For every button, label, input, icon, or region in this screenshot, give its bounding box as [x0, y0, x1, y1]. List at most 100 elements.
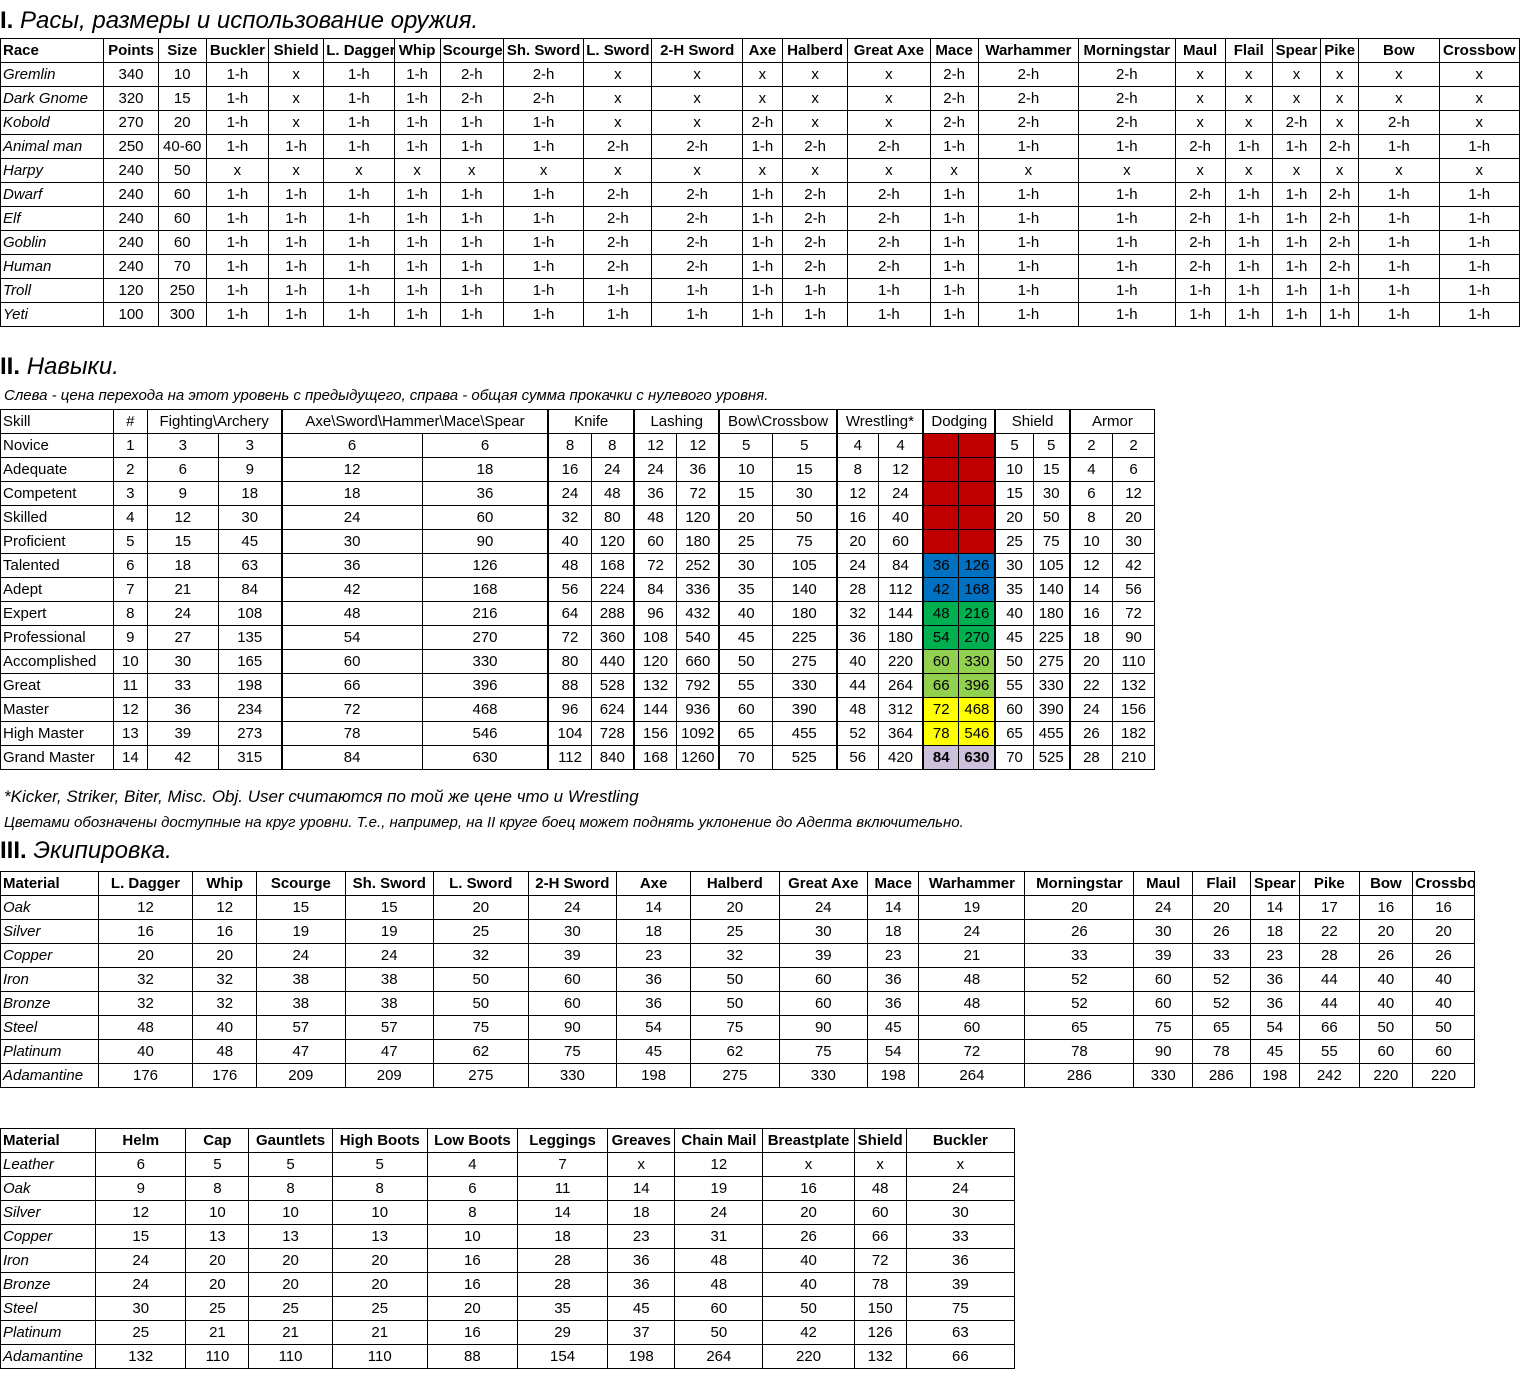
table-cell: 1-h [323, 278, 395, 303]
table-cell: 16 [835, 505, 879, 530]
table-cell: x [781, 110, 849, 135]
table-cell: x [741, 62, 783, 87]
table-cell: x [1358, 86, 1440, 111]
column-header: Mace [867, 871, 920, 896]
table-cell: 12 [95, 1200, 187, 1225]
column-header: Gauntlets [248, 1128, 333, 1153]
column-header: Bow [1358, 38, 1440, 63]
table-cell: 792 [676, 673, 720, 698]
table-cell: 32 [192, 967, 258, 992]
table-cell: 1-h [1078, 182, 1176, 207]
table-cell: 65 [1192, 1015, 1251, 1040]
table-cell: 60 [1133, 991, 1194, 1016]
table-cell: 1-h [393, 278, 441, 303]
table-cell: 108 [632, 625, 678, 650]
table-cell: 1-h [741, 278, 783, 303]
table-cell: 62 [433, 1039, 529, 1064]
table-cell: 1-h [205, 206, 270, 231]
table-cell: 48 [674, 1272, 764, 1297]
table-cell: 18 [217, 481, 283, 506]
table-cell: 1-h [439, 254, 504, 279]
table-cell: 12 [632, 433, 678, 458]
table-cell: 26 [1358, 943, 1414, 968]
table-cell: 72 [918, 1039, 1026, 1064]
table-cell: x [1224, 86, 1273, 111]
table-cell: 23 [1249, 943, 1301, 968]
table-cell: 13 [113, 721, 148, 746]
table-cell: 286 [1192, 1063, 1251, 1088]
table-cell: 50 [1358, 1015, 1414, 1040]
table-cell: 252 [676, 553, 720, 578]
table-cell: 455 [771, 721, 838, 746]
table-cell: x [847, 158, 931, 183]
table-cell: 20 [994, 505, 1034, 530]
table-cell: 40 [1412, 967, 1475, 992]
table-cell: 21 [918, 943, 1026, 968]
table-row: Adequate 2 6 9 12 18 16 24 24 36 10 15 8 12 12 18 10 15 4 6 [0, 457, 1155, 482]
table-row: Novice 1 3 3 6 6 8 8 12 12 5 5 4 4 6 6 5 5 2 2 [0, 433, 1155, 458]
table-cell: x [651, 110, 743, 135]
table-cell: 225 [771, 625, 838, 650]
table-cell: 24 [280, 505, 423, 530]
table-cell: 84 [877, 553, 924, 578]
table-cell: 2 [1068, 433, 1114, 458]
table-cell: 39 [527, 943, 618, 968]
table-cell: 60 [157, 182, 207, 207]
table-cell: 220 [1412, 1063, 1475, 1088]
table-cell: 20 [1112, 505, 1155, 530]
table-cell: 120 [590, 529, 635, 554]
table-cell: x [1174, 62, 1226, 87]
table-cell: 2-h [583, 254, 653, 279]
table-cell: 24 [95, 1272, 187, 1297]
table-cell: 18 [922, 481, 960, 506]
table-cell: 1-h [1358, 182, 1440, 207]
table-cell: 39 [1133, 943, 1194, 968]
table-cell: 330 [1032, 673, 1071, 698]
table-cell: 33 [905, 1224, 1016, 1249]
section-heading: Навыки. [26, 353, 119, 380]
table-cell: 1-h [268, 278, 325, 303]
table-cell: 22 [1068, 673, 1114, 698]
table-cell: 1-h [1224, 254, 1273, 279]
table-cell: 132 [95, 1344, 187, 1369]
table-cell: 1-h [323, 134, 395, 159]
table-cell: 20 [762, 1200, 855, 1225]
table-cell: 168 [421, 577, 549, 602]
table-cell: x [268, 86, 325, 111]
table-row: Goblin 240 60 1-h 1-h 1-h 1-h 1-h 1-h 2-h 2-h 1-h 2-… [0, 230, 1520, 255]
table-cell: 8 [185, 1176, 250, 1201]
table-cell: 1-h [929, 182, 979, 207]
table-cell: 37 [607, 1320, 676, 1345]
table-cell: 54 [867, 1039, 920, 1064]
table-cell: 1 [113, 433, 148, 458]
table-cell: 32 [547, 505, 592, 530]
table-cell: 84 [280, 745, 423, 770]
table-cell: 36 [616, 967, 692, 992]
table-cell: x [1271, 62, 1322, 87]
table-cell: 6 [280, 433, 423, 458]
table-cell: 24 [344, 943, 435, 968]
table-cell: 50 [433, 967, 529, 992]
column-header: Great Axe [778, 871, 869, 896]
material-name: Platinum [0, 1039, 99, 1064]
table-cell: 75 [527, 1039, 618, 1064]
table-cell: 25 [718, 529, 773, 554]
table-cell: 525 [1032, 745, 1071, 770]
table-cell: 48 [853, 1176, 907, 1201]
column-header: L. Sword [583, 38, 653, 63]
table-cell: 30 [280, 529, 423, 554]
table-cell: 20 [835, 529, 879, 554]
table-cell: x [1174, 158, 1226, 183]
column-header: Helm [95, 1128, 187, 1153]
table-cell: 20 [690, 895, 780, 920]
table-cell: 1-h [741, 182, 783, 207]
table-cell: 75 [1032, 529, 1071, 554]
table-cell: 220 [1358, 1063, 1414, 1088]
table-cell: 9 [217, 457, 283, 482]
races-table: Race Points Size Buckler Shield L. Dagger Whip… [0, 38, 1520, 327]
table-cell: 30 [771, 481, 838, 506]
table-cell: 35 [718, 577, 773, 602]
table-cell: 1-h [205, 86, 270, 111]
table-cell: 14 [616, 895, 692, 920]
table-cell: 45 [718, 625, 773, 650]
